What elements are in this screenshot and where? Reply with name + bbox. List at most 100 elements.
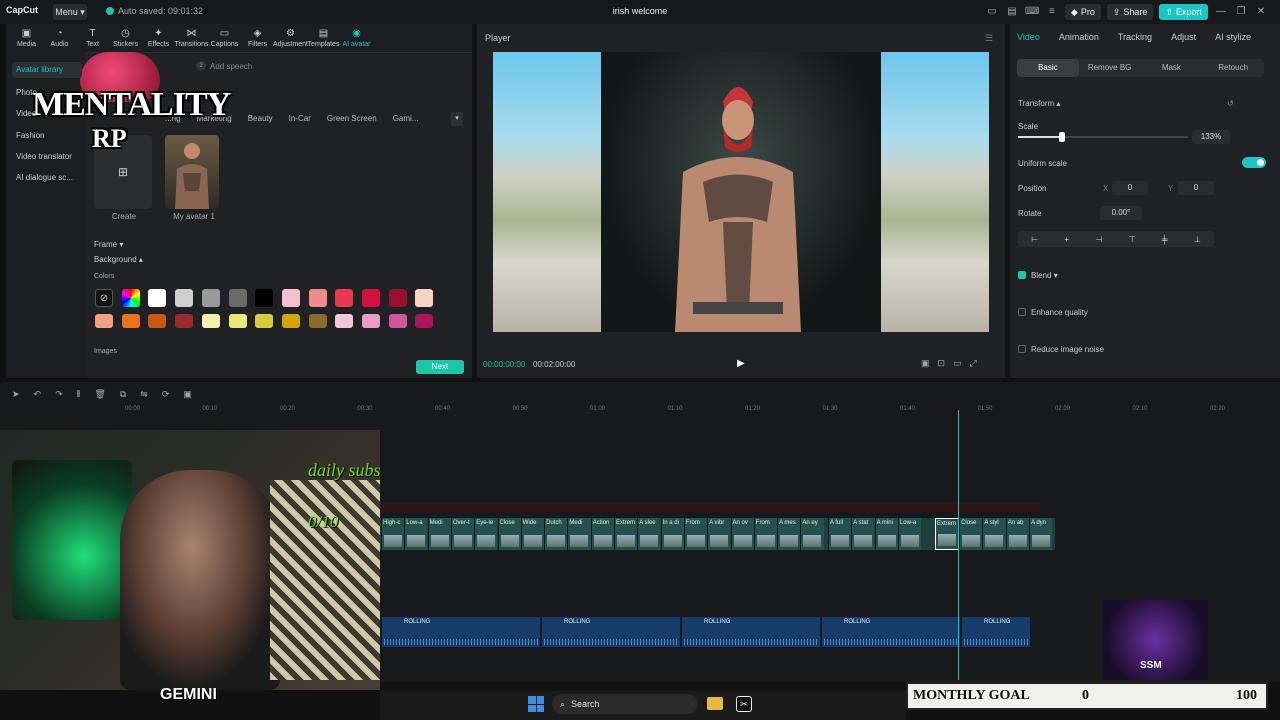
color-swatch[interactable] bbox=[255, 289, 274, 307]
subtab-retouch[interactable]: Retouch bbox=[1202, 59, 1264, 77]
freeze-icon[interactable]: ▣ bbox=[183, 389, 192, 400]
timeline-clip[interactable]: Extrem bbox=[935, 518, 959, 550]
sidebar-item-5[interactable]: AI dialogue sc... bbox=[12, 170, 82, 186]
keyboard-icon[interactable]: ⌨ bbox=[1025, 5, 1039, 19]
blend-checkbox[interactable] bbox=[1018, 271, 1026, 279]
timeline-clip[interactable]: Low-a bbox=[897, 518, 922, 550]
play-button[interactable]: ▶ bbox=[737, 358, 745, 369]
color-swatch[interactable] bbox=[201, 314, 220, 328]
blend-label[interactable]: Blend ▾ bbox=[1031, 271, 1058, 280]
pos-y-input[interactable]: 0 bbox=[1178, 181, 1214, 195]
audio-clip[interactable]: ROLLING bbox=[382, 617, 540, 647]
color-swatch[interactable] bbox=[415, 314, 434, 328]
sidebar-item-0[interactable]: Avatar library bbox=[12, 62, 82, 78]
more-icon[interactable]: ≡ bbox=[1045, 5, 1059, 19]
color-swatch[interactable] bbox=[281, 314, 300, 328]
color-swatch[interactable] bbox=[228, 314, 247, 328]
color-swatch[interactable] bbox=[308, 314, 327, 328]
timeline-clip[interactable]: In a di bbox=[660, 518, 684, 550]
sidebar-item-2[interactable]: Video bbox=[12, 106, 82, 122]
tool-media[interactable]: ▣ Media bbox=[10, 28, 43, 48]
player-menu-icon[interactable]: ☰ bbox=[985, 33, 993, 44]
timeline-clip[interactable]: Close bbox=[959, 518, 983, 550]
delete-icon[interactable]: 🗑 bbox=[94, 389, 105, 400]
file-explorer-icon[interactable] bbox=[707, 697, 723, 710]
monitor-icon[interactable]: ▭ bbox=[985, 5, 999, 19]
align-center-icon[interactable]: + bbox=[1064, 235, 1069, 244]
color-swatch[interactable] bbox=[335, 289, 354, 307]
timeline-clip[interactable]: A styl bbox=[982, 518, 1006, 550]
category-tab[interactable]: In-Car bbox=[284, 112, 316, 126]
sidebar-item-4[interactable]: Video translator bbox=[12, 149, 82, 165]
tab-video[interactable]: Video bbox=[1017, 32, 1040, 42]
timeline-clip[interactable]: Wide bbox=[520, 518, 544, 550]
tool-effects[interactable]: ✦ Effects bbox=[142, 28, 175, 48]
color-swatch[interactable] bbox=[175, 289, 194, 307]
category-tab[interactable]: Green Screen bbox=[322, 112, 382, 126]
menu-button[interactable]: Menu ▾ bbox=[53, 4, 87, 20]
timeline-clip[interactable]: An ov bbox=[730, 518, 754, 550]
sidebar-item-1[interactable]: Photo bbox=[12, 85, 82, 101]
enhance-checkbox[interactable] bbox=[1018, 308, 1026, 316]
color-swatch[interactable] bbox=[201, 289, 220, 307]
tab-animation[interactable]: Animation bbox=[1059, 32, 1099, 42]
color-swatch[interactable]: ⊘ bbox=[95, 289, 113, 307]
timeline-clip[interactable]: Extrem bbox=[614, 518, 638, 550]
split-icon[interactable]: ⫴ bbox=[77, 389, 81, 400]
timeline-clip[interactable]: A stat bbox=[851, 518, 875, 550]
rotate-input[interactable]: 0.00° bbox=[1100, 206, 1142, 220]
color-swatch[interactable] bbox=[388, 289, 407, 307]
transform-label[interactable]: Transform ▴ bbox=[1018, 99, 1060, 108]
capcut-taskbar-icon[interactable]: ✂ bbox=[736, 696, 752, 712]
align-left-icon[interactable]: ⊢ bbox=[1031, 235, 1038, 244]
tool-ai-avatar[interactable]: ◉ AI avatar bbox=[340, 28, 373, 48]
timeline-clip[interactable]: Action bbox=[590, 518, 614, 550]
playhead[interactable] bbox=[958, 410, 959, 680]
rotate-icon[interactable]: ⟳ bbox=[162, 389, 170, 400]
minimize-icon[interactable]: — bbox=[1214, 5, 1228, 19]
next-button[interactable]: Next bbox=[416, 360, 464, 374]
color-swatch[interactable] bbox=[121, 289, 140, 307]
timeline-clip[interactable]: A vibr bbox=[707, 518, 731, 550]
timeline-clip[interactable]: Low-a bbox=[404, 518, 428, 550]
undo-icon[interactable]: ↶ bbox=[34, 389, 42, 400]
align-bottom-icon[interactable]: ⊥ bbox=[1194, 235, 1201, 244]
timeline-clip[interactable]: From bbox=[753, 518, 777, 550]
pro-button[interactable]: ◆ Pro bbox=[1064, 4, 1101, 20]
color-swatch[interactable] bbox=[335, 314, 354, 328]
timeline-clip[interactable]: Close bbox=[497, 518, 521, 550]
sidebar-item-3[interactable]: Fashion bbox=[12, 128, 82, 144]
timeline-clip[interactable]: A dyn bbox=[1029, 518, 1053, 550]
color-swatch[interactable] bbox=[228, 289, 247, 307]
export-button[interactable]: ⇧ Export bbox=[1159, 4, 1208, 20]
timeline-clip[interactable]: An ey bbox=[800, 518, 824, 550]
video-preview[interactable] bbox=[493, 52, 989, 332]
share-button[interactable]: ⇪ Share bbox=[1106, 4, 1154, 20]
layout-icon[interactable]: ▤ bbox=[1005, 5, 1019, 19]
tool-filters[interactable]: ◈ Filters bbox=[241, 28, 274, 48]
audio-clip[interactable]: ROLLING bbox=[682, 617, 820, 647]
add-speech-step[interactable]: 2 Add speech bbox=[196, 61, 252, 71]
tool-stickers[interactable]: ◷ Stickers bbox=[109, 28, 142, 48]
tool-adjustment[interactable]: ⚙ Adjustment bbox=[273, 28, 308, 48]
uniform-scale-toggle[interactable] bbox=[1242, 157, 1266, 168]
tool-transitions[interactable]: ⋈ Transitions bbox=[175, 28, 209, 48]
pos-x-input[interactable]: 0 bbox=[1112, 181, 1148, 195]
audio-clip[interactable]: ROLLING bbox=[542, 617, 680, 647]
tool-text[interactable]: T Text bbox=[76, 28, 109, 48]
tool-templates[interactable]: ▤ Templates bbox=[307, 28, 340, 48]
align-top-icon[interactable]: ⊤ bbox=[1129, 235, 1136, 244]
tool-audio[interactable]: ◔ Audio bbox=[43, 28, 76, 48]
timeline-clip[interactable]: A mes bbox=[777, 518, 801, 550]
color-swatch[interactable] bbox=[388, 314, 407, 328]
quality-icon[interactable]: ▣ bbox=[921, 358, 930, 369]
timeline-clip[interactable]: A slee bbox=[637, 518, 661, 550]
subtab-remove-bg[interactable]: Remove BG bbox=[1079, 59, 1141, 77]
select-icon[interactable]: ➤ bbox=[12, 389, 20, 400]
color-swatch[interactable] bbox=[148, 289, 167, 307]
color-swatch[interactable] bbox=[148, 314, 167, 328]
timeline-ruler[interactable] bbox=[0, 404, 1280, 416]
tab-tracking[interactable]: Tracking bbox=[1118, 32, 1152, 42]
tab-adjust[interactable]: Adjust bbox=[1171, 32, 1196, 42]
focus-icon[interactable]: ⊡ bbox=[938, 358, 946, 369]
